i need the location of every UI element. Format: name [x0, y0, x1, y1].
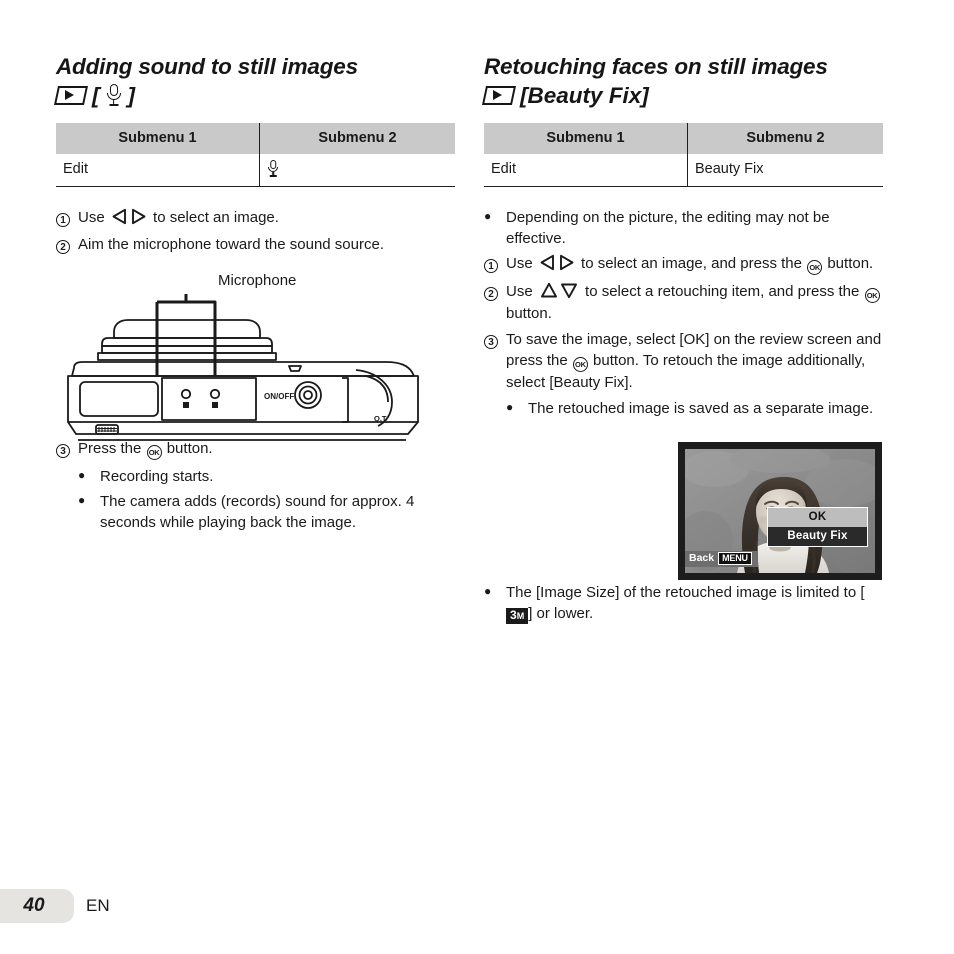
right-final-bullet-text: The [Image Size] of the retouched image … — [506, 582, 886, 625]
playback-icon — [481, 86, 517, 106]
close-bracket: ] — [127, 82, 136, 108]
left-right-arrows-icon — [112, 207, 146, 228]
left-bullet-2: ● The camera adds (records) sound for ap… — [78, 492, 415, 532]
step-marker: 2 — [56, 234, 78, 256]
page-number-tab: 40 — [0, 889, 74, 923]
camera-top-view-figure: Microphone ON/OFF Q.T — [56, 272, 458, 442]
left-step-1: 1 Use to select an image. — [56, 207, 458, 229]
step-marker: 2 — [484, 281, 506, 303]
bullet-icon: ● — [78, 492, 86, 507]
left-section-title-text: Adding sound to still images — [56, 54, 358, 79]
camera-qt-label: Q.T — [374, 414, 387, 423]
left-submenu-table: Submenu 1 Submenu 2 Edit — [56, 122, 455, 187]
bullet-icon: ● — [484, 208, 492, 223]
back-indicator: Back MENU — [685, 550, 758, 567]
ok-button-icon: OK — [864, 287, 880, 303]
right-step-3-text: To save the image, select [OK] on the re… — [506, 330, 882, 392]
arrow-down-icon — [560, 283, 577, 298]
left-cell-mic — [259, 153, 455, 187]
menu-item-ok[interactable]: OK — [768, 508, 867, 527]
left-title-icon-row: [ ] — [53, 82, 458, 109]
review-menu: OK Beauty Fix — [767, 507, 868, 547]
step-marker: 3 — [484, 329, 506, 351]
right-cell-edit: Edit — [484, 153, 688, 187]
left-header-submenu1: Submenu 1 — [56, 122, 260, 154]
arrow-right-icon — [131, 208, 146, 224]
language-code: EN — [86, 896, 110, 915]
left-column: Adding sound to still images [ ] Submenu… — [53, 52, 458, 537]
right-title-bracket-text: [Beauty Fix] — [520, 82, 649, 108]
camera-onoff-label: ON/OFF — [264, 392, 294, 401]
left-step-1-text: Use to select an image. — [78, 207, 458, 228]
page-number: 40 — [23, 895, 45, 916]
right-step-2-text: Use to select a retouching item, and pre… — [506, 281, 886, 324]
right-step-1-text: Use to select an image, and press the OK… — [506, 253, 886, 276]
menu-item-beauty-fix[interactable]: Beauty Fix — [768, 527, 867, 546]
table-header-row: Submenu 1 Submenu 2 — [56, 122, 455, 154]
microphone-icon — [106, 84, 122, 107]
right-header-submenu1: Submenu 1 — [484, 122, 688, 154]
review-screen-image: OK Beauty Fix Back MENU — [685, 449, 875, 573]
ok-button-icon: OK — [572, 357, 588, 373]
microphone-callout-label: Microphone — [218, 272, 297, 290]
right-intro-bullet: ● Depending on the picture, the editing … — [484, 208, 830, 247]
review-screen-figure: OK Beauty Fix Back MENU — [678, 442, 882, 580]
page-footer: 40 EN — [0, 889, 110, 923]
microphone-icon — [267, 160, 279, 177]
right-step-1: 1 Use to select an image, and press the … — [484, 253, 886, 276]
back-label: Back — [689, 552, 715, 565]
right-final-bullet: ● The [Image Size] of the retouched imag… — [484, 582, 886, 625]
right-section-title-text: Retouching faces on still images — [484, 54, 828, 79]
left-section-title: Adding sound to still images — [56, 52, 458, 82]
open-bracket: [ — [92, 82, 100, 108]
left-header-submenu2: Submenu 2 — [259, 122, 455, 154]
right-steps: ● Depending on the picture, the editing … — [484, 207, 886, 420]
table-header-row: Submenu 1 Submenu 2 — [484, 122, 883, 154]
camera-diagram-svg: ON/OFF Q.T — [67, 294, 419, 442]
bullet-icon: ● — [484, 583, 492, 598]
table-row: Edit Beauty Fix — [484, 153, 883, 187]
menu-button-badge: MENU — [718, 551, 752, 565]
right-cell-beauty-fix: Beauty Fix — [687, 153, 883, 187]
left-bullet-1: ● Recording starts. — [78, 467, 214, 485]
right-submenu-table: Submenu 1 Submenu 2 Edit Beauty Fix — [484, 122, 883, 187]
left-right-arrows-icon — [540, 253, 574, 274]
right-step-2: 2 Use to select a retouching item, and p… — [484, 281, 886, 324]
arrow-left-icon — [112, 208, 126, 224]
right-header-submenu2: Submenu 2 — [687, 122, 883, 154]
right-step-3-bullet: ● The retouched image is saved as a sepa… — [506, 400, 874, 418]
left-steps: 1 Use to select an image. 2 Aim the micr… — [56, 207, 458, 257]
left-step-2-text: Aim the microphone toward the sound sour… — [78, 235, 384, 253]
right-title-icon-row: [Beauty Fix] — [481, 82, 886, 109]
image-size-3m-badge: 3M — [506, 608, 529, 625]
ok-button-icon: OK — [807, 260, 823, 276]
table-row: Edit — [56, 153, 455, 187]
bullet-icon: ● — [78, 467, 86, 482]
left-step-2: 2 Aim the microphone toward the sound so… — [56, 234, 458, 256]
right-section-title: Retouching faces on still images — [484, 52, 886, 82]
right-step-3: 3 To save the image, select [OK] on the … — [484, 329, 886, 394]
arrow-up-icon — [540, 282, 557, 298]
left-cell-edit: Edit — [56, 153, 260, 187]
bullet-icon: ● — [506, 400, 514, 415]
playback-icon — [53, 86, 89, 106]
step-marker: 1 — [484, 253, 506, 275]
up-down-arrows-icon — [540, 281, 578, 302]
arrow-right-icon — [559, 255, 574, 271]
step-marker: 1 — [56, 207, 78, 229]
manual-page: Adding sound to still images [ ] Submenu… — [0, 0, 954, 954]
arrow-left-icon — [540, 255, 554, 271]
